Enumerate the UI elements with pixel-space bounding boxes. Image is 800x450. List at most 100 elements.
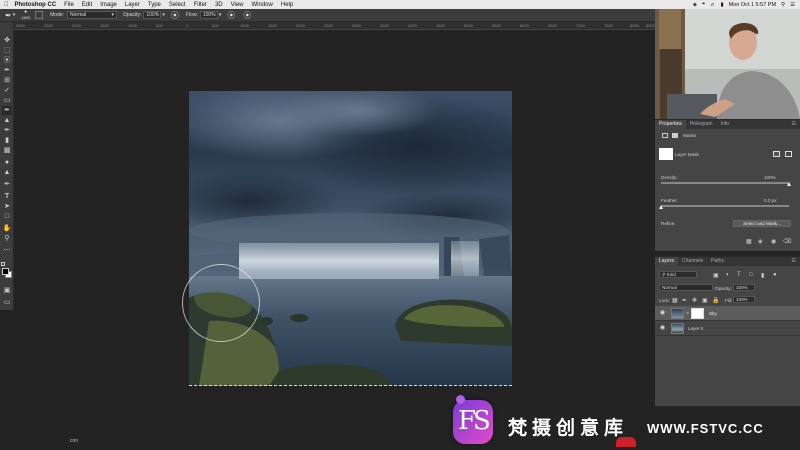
density-slider-track[interactable] <box>661 182 789 184</box>
filter-pixel-icon[interactable]: ▣ <box>713 272 719 279</box>
clone-stamp-tool-icon[interactable]: ▲ <box>2 116 12 125</box>
feather-value[interactable]: 0.0 px <box>764 198 777 203</box>
brush-tool-icon[interactable]: ✒ <box>2 106 12 115</box>
menubar-clock[interactable]: Mon Oct 1 5:57 PM <box>729 2 776 8</box>
dropbox-icon[interactable]: ◈ <box>693 2 697 8</box>
visibility-mask-icon[interactable]: ◉ <box>771 238 776 245</box>
apple-icon[interactable]:  <box>4 2 9 8</box>
layer-filter-kind-dropdown[interactable]: ⚲ Kind <box>659 271 697 278</box>
layer-thumbnail[interactable] <box>671 308 684 319</box>
lock-image-icon[interactable]: ✒ <box>682 297 687 304</box>
opacity-field[interactable]: 100% <box>143 11 162 19</box>
brush-size-picker[interactable]: ● 1800 <box>21 10 30 21</box>
panel-menu-icon[interactable]: ☰ <box>788 120 800 129</box>
blend-mode-dropdown[interactable]: Normal <box>659 284 713 291</box>
load-selection-icon[interactable]: ▦ <box>746 238 752 245</box>
eye-icon[interactable]: ◉ <box>659 310 666 317</box>
tab-channels[interactable]: Channels <box>678 257 707 266</box>
type-tool-icon[interactable]: T <box>2 192 12 201</box>
mode-dropdown[interactable]: Normal ▾ <box>67 11 118 19</box>
dodge-tool-icon[interactable]: ▲ <box>2 168 12 177</box>
airbrush-icon[interactable]: ⦿ <box>227 10 235 21</box>
menu-image[interactable]: Image <box>100 2 117 8</box>
opacity-chevron-icon[interactable]: ▾ <box>162 12 165 18</box>
foreground-color-swatch[interactable] <box>2 268 9 275</box>
brush-settings-panel-icon[interactable] <box>35 11 44 19</box>
layer-name[interactable]: Layer 0 <box>688 326 703 331</box>
flow-field[interactable]: 100% <box>199 11 218 19</box>
filter-smart-object-icon[interactable]: ▮ <box>761 272 764 279</box>
menu-layer[interactable]: Layer <box>125 2 140 8</box>
feather-slider-handle[interactable] <box>658 205 663 209</box>
brush-tool-preset-icon[interactable]: ✒ <box>5 11 12 20</box>
tab-info[interactable]: Info <box>717 120 733 129</box>
wifi-icon[interactable]: ⌖ <box>702 1 705 8</box>
layer-row-sky[interactable]: ◉ ∞ Sky <box>655 306 800 321</box>
pixel-mask-icon[interactable] <box>662 133 668 138</box>
eyedropper-tool-icon[interactable]: ✓ <box>2 86 12 95</box>
flow-chevron-icon[interactable]: ▾ <box>219 12 222 18</box>
layer-row-layer-0[interactable]: ◉ Layer 0 <box>655 321 800 336</box>
layer-thumbnail[interactable] <box>671 323 684 334</box>
tab-histogram[interactable]: Histogram <box>686 120 717 129</box>
blur-tool-icon[interactable]: ● <box>2 158 12 167</box>
history-brush-tool-icon[interactable]: ✒ <box>2 126 12 135</box>
marquee-tool-icon[interactable]: ⬚ <box>2 46 12 55</box>
layer-mask-thumbnail[interactable] <box>691 308 704 319</box>
menu-3d[interactable]: 3D <box>215 2 223 8</box>
pressure-size-icon[interactable]: ⦿ <box>243 10 251 21</box>
apply-mask-icon[interactable]: ◈ <box>758 238 763 245</box>
shape-tool-icon[interactable]: □ <box>2 212 12 221</box>
vector-mask-icon[interactable] <box>672 133 678 138</box>
default-colors-icon[interactable] <box>1 262 5 266</box>
fill-field[interactable]: 100% <box>733 296 755 303</box>
menu-app-name[interactable]: Photoshop CC <box>15 2 57 8</box>
zoom-tool-icon[interactable]: ⚲ <box>2 234 12 243</box>
crop-tool-icon[interactable]: ⊞ <box>2 76 12 85</box>
lock-all-icon[interactable]: 🔒 <box>712 297 719 304</box>
tool-preset-chevron-icon[interactable]: ▾ <box>13 12 16 18</box>
menu-view[interactable]: View <box>231 2 244 8</box>
tab-layers[interactable]: Layers <box>655 257 679 266</box>
tab-properties[interactable]: Properties <box>655 120 686 129</box>
add-vector-mask-icon[interactable] <box>785 151 792 157</box>
pen-tool-icon[interactable]: ✒ <box>2 180 12 189</box>
spotlight-icon[interactable]: ⚲ <box>781 2 785 8</box>
menu-select[interactable]: Select <box>169 2 186 8</box>
notification-center-icon[interactable]: ☰ <box>790 2 795 8</box>
menu-help[interactable]: Help <box>281 2 293 8</box>
quick-mask-icon[interactable]: ▣ <box>2 286 12 295</box>
quick-select-tool-icon[interactable]: ✒ <box>2 66 12 75</box>
screen-mode-icon[interactable]: ▭ <box>2 298 12 307</box>
layers-panel-menu-icon[interactable]: ☰ <box>788 257 800 266</box>
density-value[interactable]: 100% <box>764 175 776 180</box>
battery-icon[interactable]: ▮ <box>721 2 724 8</box>
lock-transparent-icon[interactable]: ▦ <box>672 297 678 304</box>
layer-link-icon[interactable]: ∞ <box>686 310 689 315</box>
menu-edit[interactable]: Edit <box>82 2 92 8</box>
pressure-opacity-icon[interactable]: ⦿ <box>171 10 179 21</box>
select-and-mask-button[interactable]: Select and Mask... <box>733 220 791 227</box>
filter-toggle-icon[interactable]: ● <box>773 272 777 278</box>
feather-slider-track[interactable] <box>661 205 789 207</box>
density-slider-handle[interactable] <box>786 182 791 186</box>
document-canvas[interactable] <box>189 91 512 386</box>
add-pixel-mask-icon[interactable] <box>773 151 780 157</box>
hand-tool-icon[interactable]: ✋ <box>2 224 12 233</box>
filter-type-icon[interactable]: T <box>737 272 741 278</box>
delete-mask-icon[interactable]: ⌫ <box>783 238 791 245</box>
more-tools-icon[interactable]: ⋯ <box>2 246 12 255</box>
healing-brush-tool-icon[interactable]: ▭ <box>2 96 12 105</box>
filter-adjustment-icon[interactable]: ◑ <box>725 272 729 278</box>
menu-window[interactable]: Window <box>252 2 273 8</box>
menu-type[interactable]: Type <box>148 2 161 8</box>
tab-paths[interactable]: Paths <box>707 257 728 266</box>
lock-artboard-icon[interactable]: ▣ <box>702 297 708 304</box>
layer-name[interactable]: Sky <box>709 311 717 316</box>
volume-icon[interactable]: ♬ <box>710 2 716 8</box>
filter-shape-icon[interactable]: □ <box>749 272 753 278</box>
move-tool-icon[interactable]: ✥ <box>2 36 12 45</box>
menu-filter[interactable]: Filter <box>194 2 207 8</box>
path-selection-tool-icon[interactable]: ➤ <box>2 202 12 211</box>
layer-opacity-field[interactable]: 100% <box>733 284 755 291</box>
